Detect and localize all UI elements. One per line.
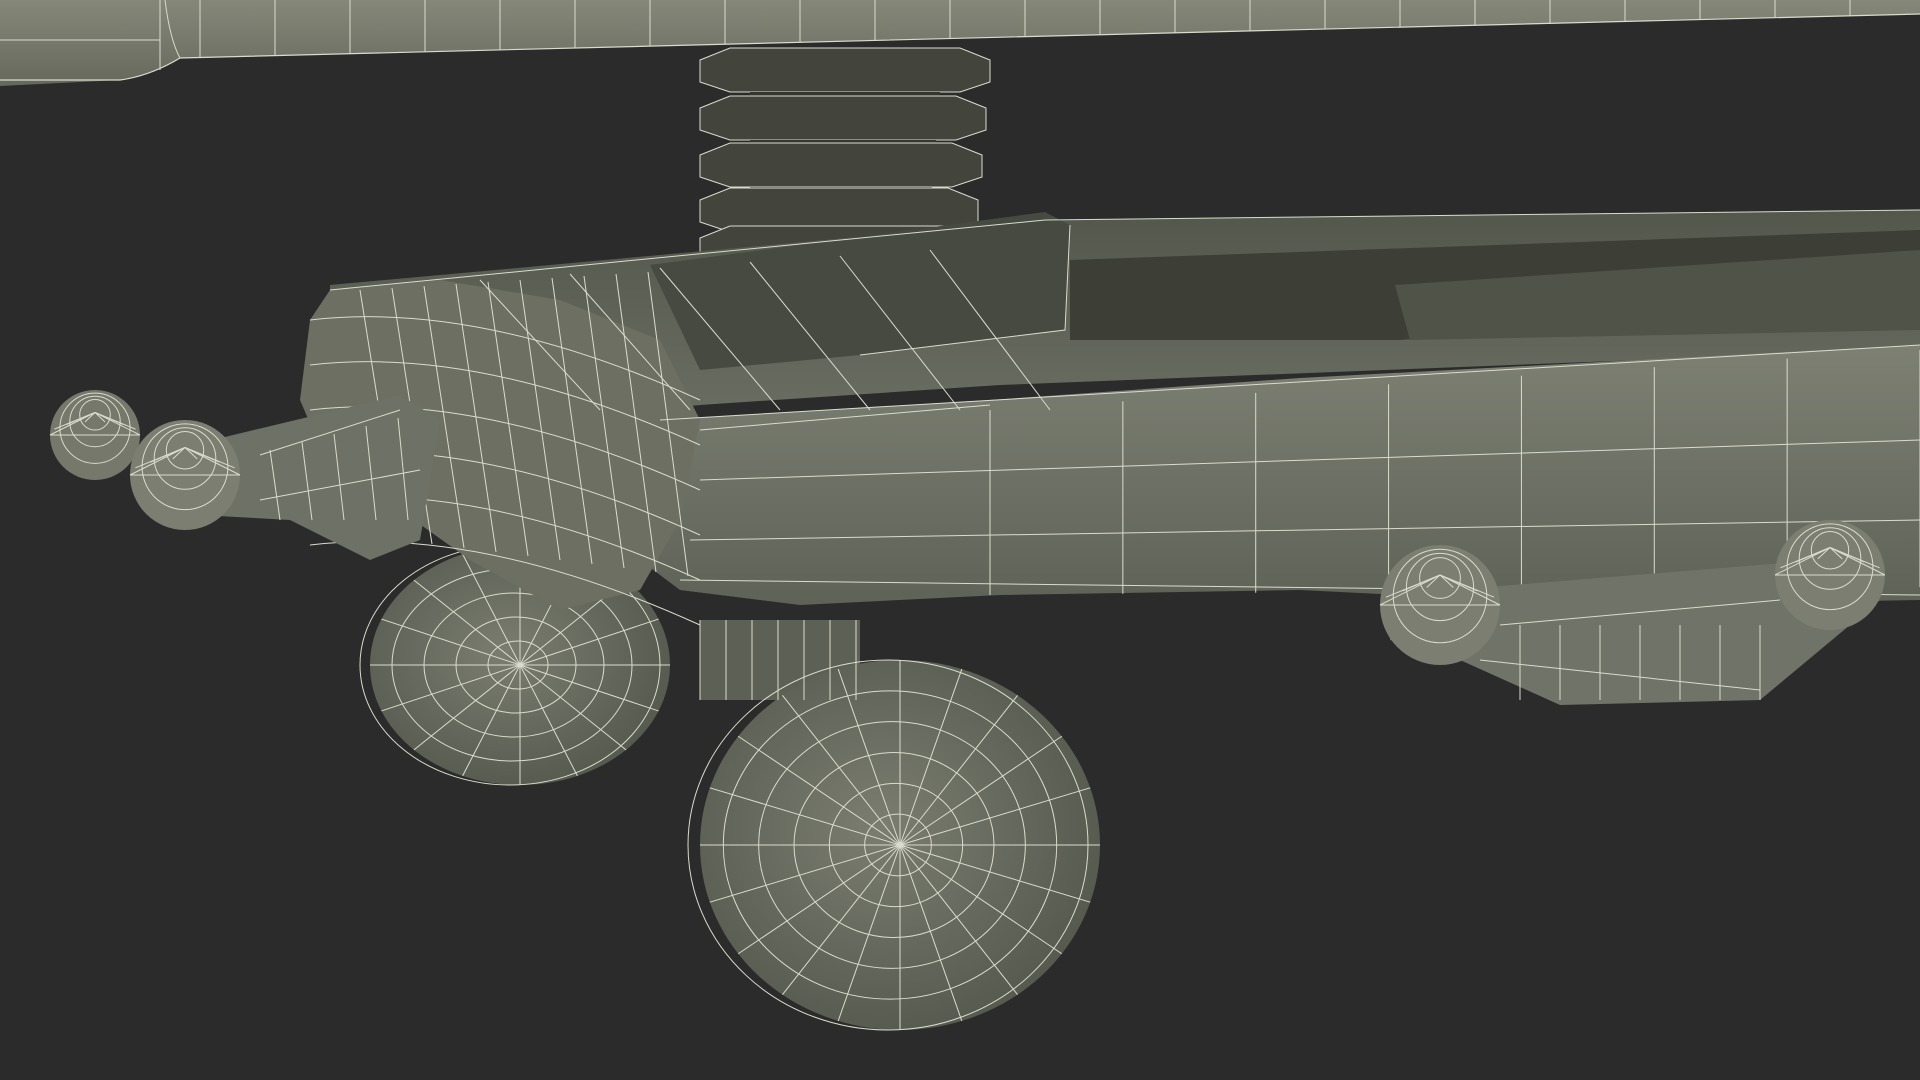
wireframe-scene: [0, 0, 1920, 1031]
front-wheel: [687, 620, 1100, 1031]
render-viewport: [0, 0, 1920, 1080]
base-frame: [300, 209, 1920, 626]
left-bumper: [49, 390, 440, 560]
